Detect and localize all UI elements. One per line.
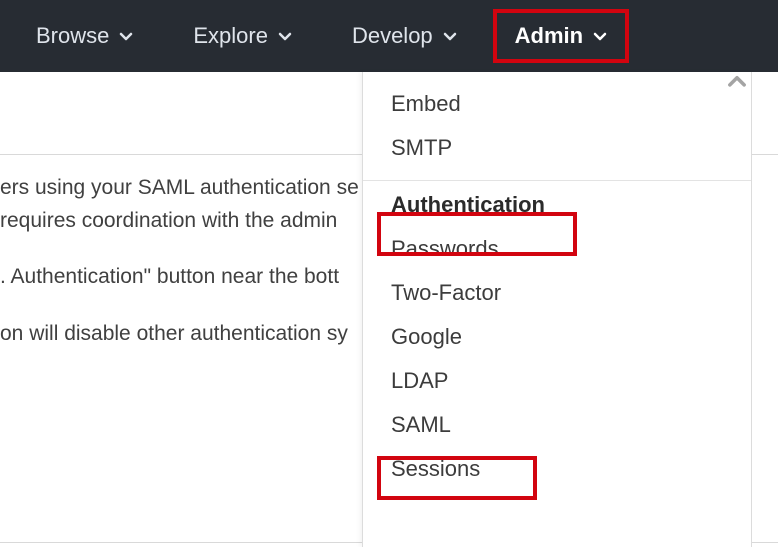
dropdown-item-label: SMTP (391, 135, 452, 160)
chevron-up-icon (727, 72, 747, 92)
dropdown-separator (363, 180, 751, 181)
chevron-down-icon (443, 29, 457, 43)
dropdown-header-authentication[interactable]: Authentication (363, 183, 751, 227)
chevron-down-icon (593, 29, 607, 43)
body-line-4: on will disable other authentication sy (0, 322, 348, 345)
body-line-3: . Authentication" button near the bott (0, 265, 339, 288)
dropdown-item-embed[interactable]: Embed (363, 82, 751, 126)
page-body: ers using your SAML authentication se re… (0, 72, 778, 547)
dropdown-item-label: Passwords (391, 236, 499, 261)
dropdown-item-sessions[interactable]: Sessions (363, 447, 751, 491)
nav-browse-label: Browse (36, 23, 109, 49)
dropdown-item-passwords[interactable]: Passwords (363, 227, 751, 271)
dropdown-item-label: Embed (391, 91, 461, 116)
chevron-down-icon (278, 29, 292, 43)
body-line-1: ers using your SAML authentication se (0, 176, 359, 199)
nav-admin[interactable]: Admin (493, 9, 629, 63)
dropdown-item-ldap[interactable]: LDAP (363, 359, 751, 403)
nav-admin-label: Admin (515, 23, 583, 49)
nav-explore[interactable]: Explore (163, 13, 322, 59)
dropdown-item-label: Two-Factor (391, 280, 501, 305)
nav-develop-label: Develop (352, 23, 433, 49)
dropdown-item-saml[interactable]: SAML (363, 403, 751, 447)
dropdown-item-label: SAML (391, 412, 451, 437)
chevron-down-icon (119, 29, 133, 43)
dropdown-item-google[interactable]: Google (363, 315, 751, 359)
dropdown-item-label: Google (391, 324, 462, 349)
nav-develop[interactable]: Develop (322, 13, 487, 59)
dropdown-scroll-up[interactable] (727, 72, 747, 92)
admin-dropdown: Embed SMTP Authentication Passwords Two-… (362, 72, 752, 547)
dropdown-item-two-factor[interactable]: Two-Factor (363, 271, 751, 315)
dropdown-item-label: Sessions (391, 456, 480, 481)
dropdown-item-label: LDAP (391, 368, 448, 393)
body-line-2: requires coordination with the admin (0, 209, 337, 232)
nav-explore-label: Explore (193, 23, 268, 49)
dropdown-item-label: Authentication (391, 192, 545, 217)
dropdown-item-smtp[interactable]: SMTP (363, 126, 751, 170)
nav-browse[interactable]: Browse (6, 13, 163, 59)
top-nav-bar: Browse Explore Develop Admin (0, 0, 778, 72)
